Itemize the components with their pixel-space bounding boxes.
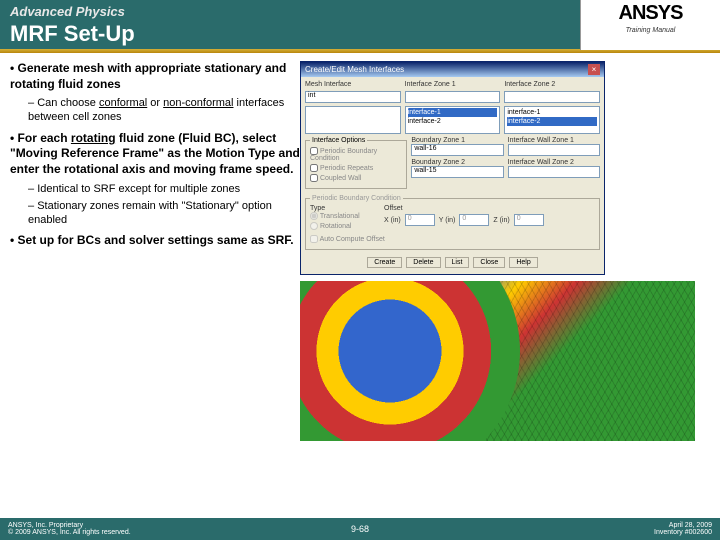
training-manual-label: Training Manual	[581, 27, 720, 34]
create-button[interactable]: Create	[367, 257, 402, 268]
translational-radio	[310, 212, 318, 220]
ansys-logo: ANSYS	[581, 2, 720, 25]
list-button[interactable]: List	[445, 257, 470, 268]
list-item[interactable]: interface-2	[507, 117, 597, 126]
bz2-input[interactable]: wall-15	[411, 166, 503, 178]
page-number: 9-68	[351, 524, 369, 534]
mesh-interface-list[interactable]	[305, 106, 401, 134]
iz1-filter[interactable]	[405, 91, 501, 103]
logo-area: ANSYS Training Manual	[580, 0, 720, 50]
iz2-label: Interface Zone 2	[504, 81, 600, 88]
mesh-interfaces-dialog: Create/Edit Mesh Interfaces × Mesh Inter…	[300, 61, 605, 275]
offset-y: 0	[459, 214, 489, 226]
dialog-title: Create/Edit Mesh Interfaces	[305, 65, 404, 74]
bz1-input[interactable]: wall-16	[411, 144, 503, 156]
iz2-filter[interactable]	[504, 91, 600, 103]
bullet-1-sub-1: Can choose conformal or non-conformal in…	[28, 96, 300, 125]
iz1-list[interactable]: interface-1 interface-2	[405, 106, 501, 134]
content-text: Generate mesh with appropriate stationar…	[10, 61, 300, 255]
help-button[interactable]: Help	[509, 257, 537, 268]
footer-bar: ANSYS, Inc. Proprietary © 2009 ANSYS, In…	[0, 518, 720, 540]
offset-z: 0	[514, 214, 544, 226]
iwz2-label: Interface Wall Zone 2	[508, 159, 600, 166]
dialog-titlebar[interactable]: Create/Edit Mesh Interfaces ×	[301, 62, 604, 77]
bullet-2-sub-1: Identical to SRF except for multiple zon…	[28, 182, 300, 196]
bullet-2-sub-2: Stationary zones remain with "Stationary…	[28, 199, 300, 228]
mesh-interface-label: Mesh Interface	[305, 81, 401, 88]
coupled-wall-check[interactable]	[310, 174, 318, 182]
iwz1-input[interactable]	[508, 144, 600, 156]
list-item[interactable]: interface-1	[507, 108, 597, 117]
interface-options-group: Interface Options Periodic Boundary Cond…	[305, 137, 407, 189]
list-item[interactable]: interface-2	[408, 117, 498, 126]
footer-left: ANSYS, Inc. Proprietary © 2009 ANSYS, In…	[8, 522, 131, 536]
iwz1-label: Interface Wall Zone 1	[508, 137, 600, 144]
periodic-repeats-check[interactable]	[310, 164, 318, 172]
bz1-label: Boundary Zone 1	[411, 137, 503, 144]
bz2-label: Boundary Zone 2	[411, 159, 503, 166]
close-button[interactable]: Close	[473, 257, 505, 268]
mesh-interface-input[interactable]: int	[305, 91, 401, 103]
rotational-radio	[310, 222, 318, 230]
close-icon[interactable]: ×	[588, 64, 600, 75]
periodic-bc-group: Periodic Boundary Condition Type Transla…	[305, 195, 600, 250]
list-item[interactable]: interface-1	[408, 108, 498, 117]
bullet-3: Set up for BCs and solver settings same …	[18, 233, 294, 247]
footer-right: April 28, 2009 Inventory #002600	[654, 522, 712, 536]
delete-button[interactable]: Delete	[406, 257, 440, 268]
bullet-1: Generate mesh with appropriate stationar…	[10, 61, 286, 91]
iz2-list[interactable]: interface-1 interface-2	[504, 106, 600, 134]
iz1-label: Interface Zone 1	[405, 81, 501, 88]
periodic-bc-check[interactable]	[310, 147, 318, 155]
bullet-2: For each rotating fluid zone (Fluid BC),…	[10, 131, 300, 228]
mesh-screenshot	[300, 281, 695, 441]
iwz2-input[interactable]	[508, 166, 600, 178]
auto-offset-check	[310, 235, 318, 243]
offset-x: 0	[405, 214, 435, 226]
